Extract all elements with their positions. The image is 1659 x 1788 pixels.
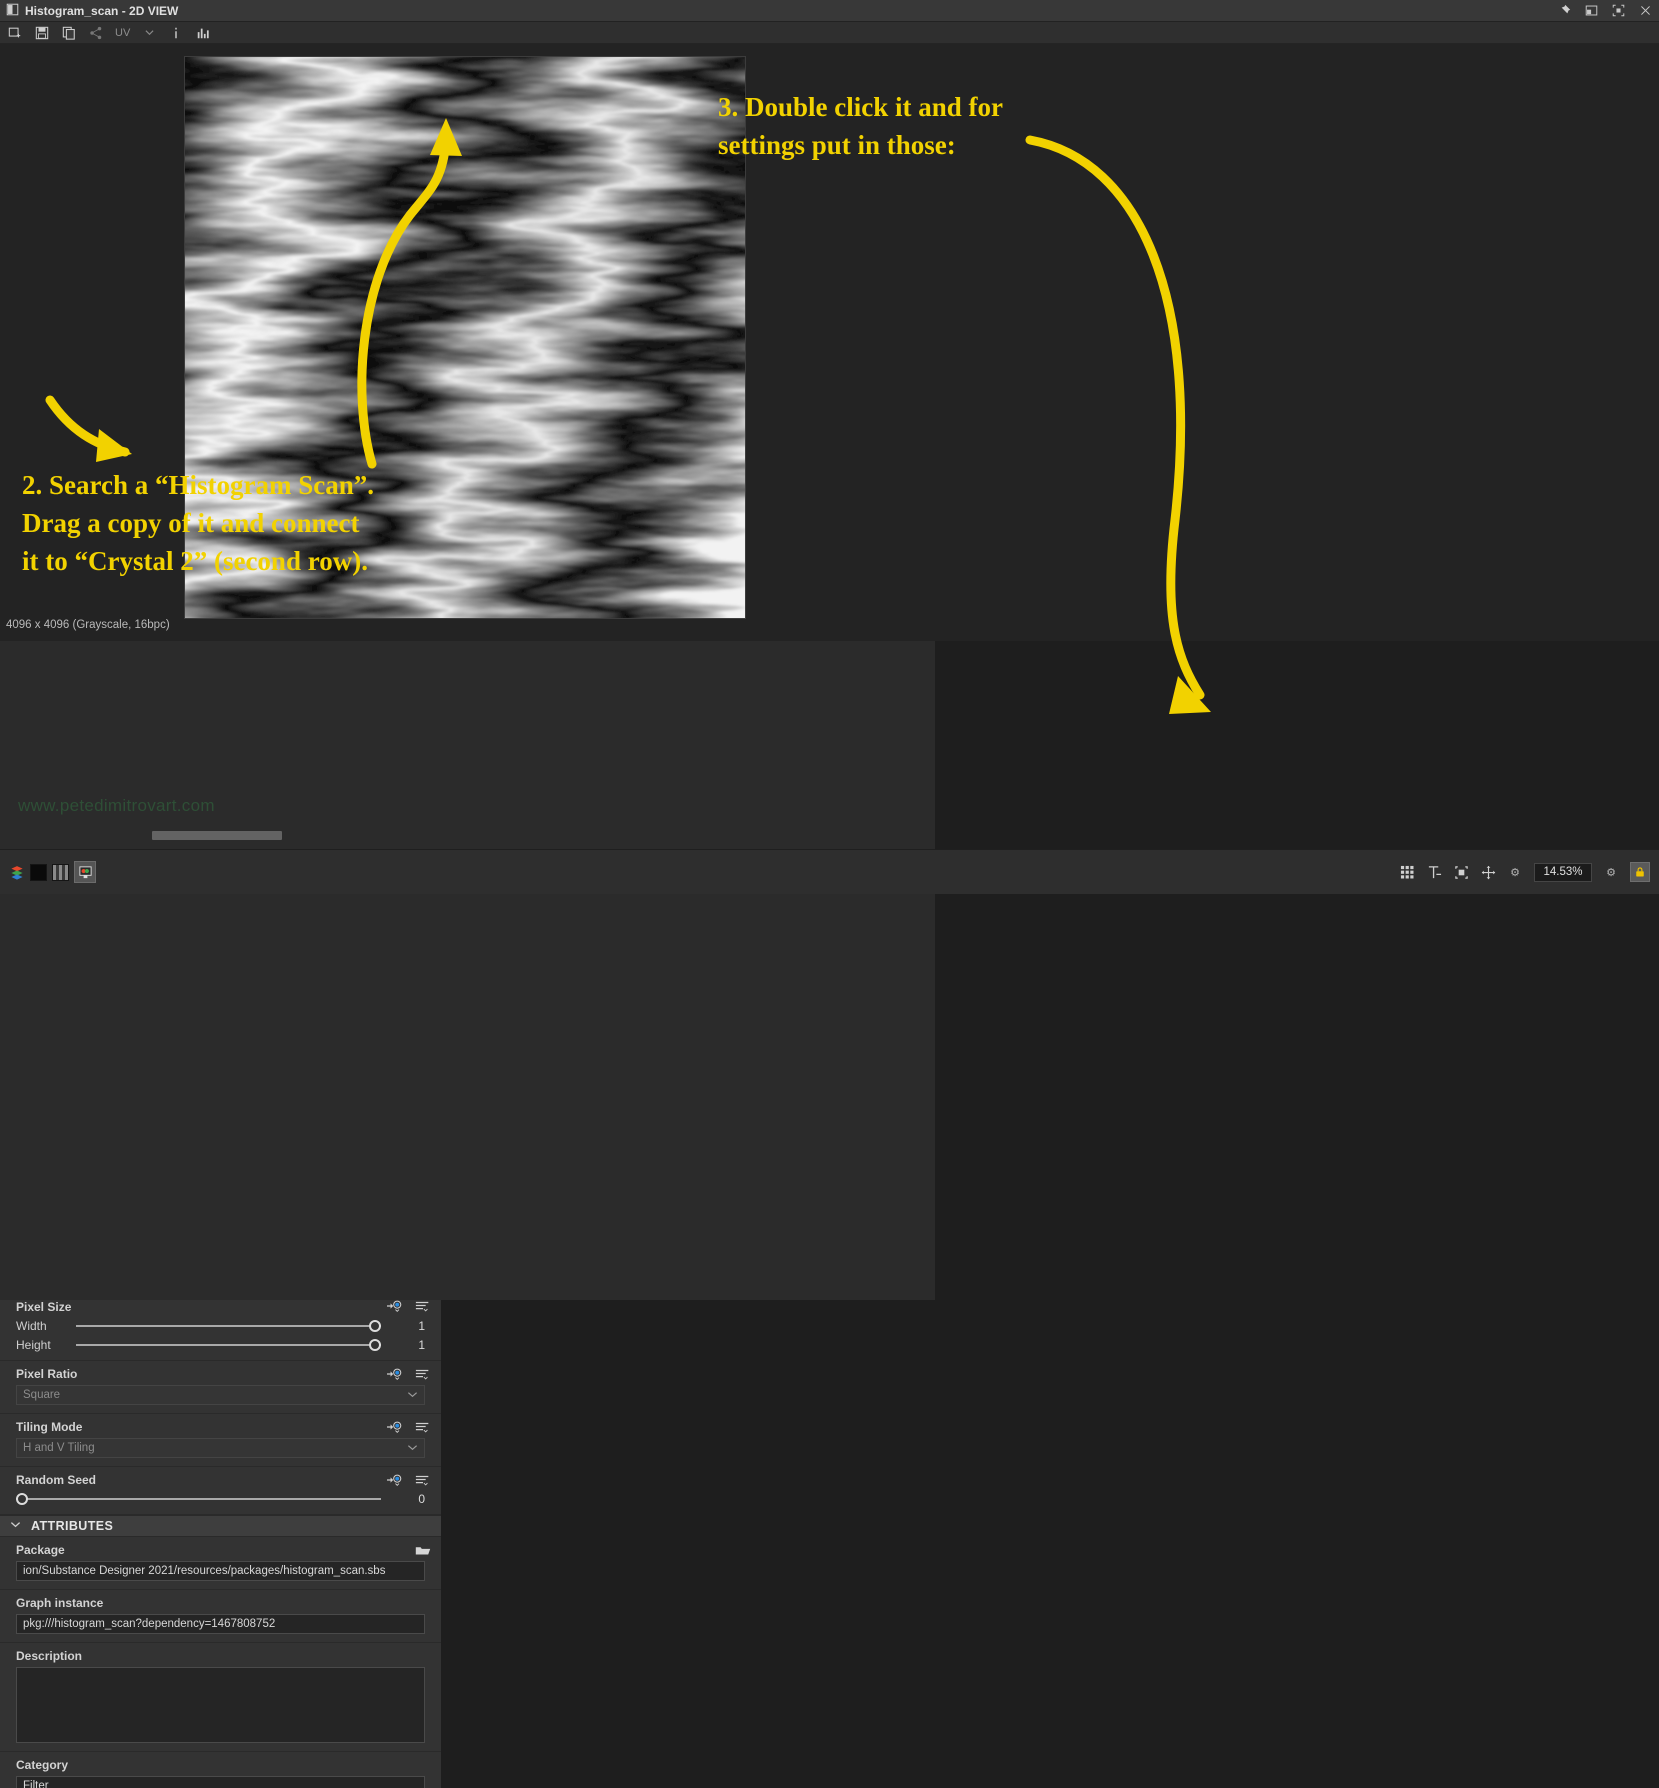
grid-icon[interactable] bbox=[1399, 864, 1415, 880]
2d-view-toolbar: UV bbox=[0, 22, 1659, 44]
center-icon[interactable] bbox=[1480, 864, 1496, 880]
close-icon[interactable] bbox=[1637, 3, 1653, 19]
link-input-icon[interactable] bbox=[387, 1366, 403, 1382]
folder-open-icon[interactable] bbox=[415, 1542, 431, 1558]
slider-track[interactable] bbox=[16, 1493, 381, 1505]
gear-icon[interactable]: ⚙ bbox=[1507, 864, 1523, 880]
package-label: Package bbox=[16, 1543, 65, 1557]
resolution-label: 4096 x 4096 (Grayscale, 16bpc) bbox=[6, 619, 170, 631]
histogram-icon[interactable] bbox=[195, 25, 211, 41]
2d-view-panel: Histogram_scan - 2D VIEW UV 4096 x 4096 … bbox=[0, 0, 1659, 1300]
channels-icon[interactable] bbox=[9, 864, 25, 880]
random-seed-value: 0 bbox=[418, 1492, 425, 1506]
annotation-step-3: 3. Double click it and for settings put … bbox=[718, 92, 1004, 160]
description-row: Description bbox=[0, 1643, 441, 1752]
graph-instance-field[interactable]: pkg:///histogram_scan?dependency=1467808… bbox=[16, 1614, 425, 1634]
settings-dot-icon[interactable]: ⚙ bbox=[1603, 864, 1619, 880]
annotation-step-2: 2. Search a “Histogram Scan”. Drag a cop… bbox=[22, 470, 374, 576]
2d-view-statusbar: ⚙ 14.53% ⚙ bbox=[0, 849, 1659, 894]
pixel-ratio-label: Pixel Ratio bbox=[16, 1367, 78, 1381]
tiling-mode-value: H and V Tiling bbox=[23, 1442, 95, 1454]
pixel-size-label: Pixel Size bbox=[16, 1300, 72, 1314]
slider-knob[interactable] bbox=[368, 1320, 381, 1332]
pixel-ratio-row: Pixel Ratio Square bbox=[0, 1361, 441, 1414]
2d-view-titlebar: Histogram_scan - 2D VIEW bbox=[0, 0, 1659, 22]
link-input-icon[interactable] bbox=[387, 1472, 403, 1488]
fit-icon[interactable] bbox=[1453, 864, 1469, 880]
pixel-ratio-value: Square bbox=[23, 1389, 61, 1401]
category-value: Filter bbox=[23, 1780, 49, 1788]
new-view-icon[interactable] bbox=[7, 25, 23, 41]
zoom-level[interactable]: 14.53% bbox=[1534, 862, 1592, 882]
tiling-mode-label: Tiling Mode bbox=[16, 1420, 83, 1434]
slider-knob[interactable] bbox=[368, 1339, 381, 1351]
description-field[interactable] bbox=[16, 1667, 425, 1743]
graph-instance-row: Graph instance pkg:///histogram_scan?dep… bbox=[0, 1590, 441, 1643]
pixel-size-width-slider[interactable]: Width 1 bbox=[16, 1319, 425, 1333]
pixel-ratio-select[interactable]: Square bbox=[16, 1385, 425, 1405]
save-icon[interactable] bbox=[34, 25, 50, 41]
properties-panel: Pixel Size Width 1 Height 1 Pixel Ratio bbox=[0, 1300, 441, 1788]
watermark: www.petedimitrovart.com bbox=[18, 796, 215, 815]
height-value: 1 bbox=[418, 1338, 425, 1352]
horizontal-scrollbar[interactable] bbox=[152, 831, 282, 840]
graph-instance-value: pkg:///histogram_scan?dependency=1467808… bbox=[23, 1618, 276, 1630]
chevron-down-icon[interactable] bbox=[407, 1389, 418, 1403]
category-row: Category Filter bbox=[0, 1752, 441, 1788]
random-seed-slider[interactable]: 0 bbox=[16, 1492, 425, 1506]
graph-instance-label: Graph instance bbox=[16, 1596, 104, 1610]
attributes-section-title: ATTRIBUTES bbox=[31, 1519, 114, 1533]
random-seed-label: Random Seed bbox=[16, 1473, 97, 1487]
pin-icon[interactable] bbox=[1556, 3, 1572, 19]
menu-icon[interactable] bbox=[415, 1472, 431, 1488]
chevron-down-icon[interactable] bbox=[141, 25, 157, 41]
2d-view-title: Histogram_scan - 2D VIEW bbox=[25, 3, 179, 18]
link-input-icon[interactable] bbox=[387, 1300, 403, 1314]
width-label: Width bbox=[16, 1319, 47, 1333]
menu-icon[interactable] bbox=[415, 1300, 431, 1314]
attributes-section-header[interactable]: ATTRIBUTES bbox=[0, 1515, 441, 1537]
tile-icon[interactable] bbox=[1426, 864, 1442, 880]
height-label: Height bbox=[16, 1338, 51, 1352]
menu-icon[interactable] bbox=[415, 1366, 431, 1382]
menu-icon[interactable] bbox=[415, 1419, 431, 1435]
uv-mode-label[interactable]: UV bbox=[115, 27, 130, 39]
black-swatch-icon[interactable] bbox=[30, 863, 47, 881]
restore-window-icon[interactable] bbox=[1583, 3, 1599, 19]
color-display-icon[interactable] bbox=[74, 861, 96, 883]
category-field[interactable]: Filter bbox=[16, 1776, 425, 1788]
package-field[interactable]: ion/Substance Designer 2021/resources/pa… bbox=[16, 1561, 425, 1581]
package-value: ion/Substance Designer 2021/resources/pa… bbox=[23, 1565, 386, 1577]
info-icon[interactable] bbox=[168, 25, 184, 41]
chevron-down-icon[interactable] bbox=[407, 1442, 418, 1456]
maximize-icon[interactable] bbox=[1610, 3, 1626, 19]
view-2d-icon bbox=[6, 3, 19, 19]
tiling-mode-row: Tiling Mode H and V Tiling bbox=[0, 1414, 441, 1467]
description-label: Description bbox=[16, 1649, 83, 1663]
width-value: 1 bbox=[418, 1319, 425, 1333]
random-seed-row: Random Seed 0 bbox=[0, 1467, 441, 1515]
pixel-size-height-slider[interactable]: Height 1 bbox=[16, 1338, 425, 1352]
slider-knob[interactable] bbox=[16, 1493, 28, 1505]
package-row: Package ion/Substance Designer 2021/reso… bbox=[0, 1537, 441, 1590]
link-input-icon[interactable] bbox=[387, 1419, 403, 1435]
share-icon[interactable] bbox=[88, 25, 104, 41]
slider-track[interactable] bbox=[76, 1320, 381, 1332]
stripes-swatch-icon[interactable] bbox=[52, 863, 69, 881]
pixel-size-row: Pixel Size Width 1 Height 1 bbox=[0, 1300, 441, 1361]
lock-icon[interactable] bbox=[1630, 862, 1650, 882]
category-label: Category bbox=[16, 1758, 69, 1772]
slider-track[interactable] bbox=[76, 1339, 381, 1351]
copy-icon[interactable] bbox=[61, 25, 77, 41]
chevron-down-icon[interactable] bbox=[10, 1519, 21, 1533]
tiling-mode-select[interactable]: H and V Tiling bbox=[16, 1438, 425, 1458]
